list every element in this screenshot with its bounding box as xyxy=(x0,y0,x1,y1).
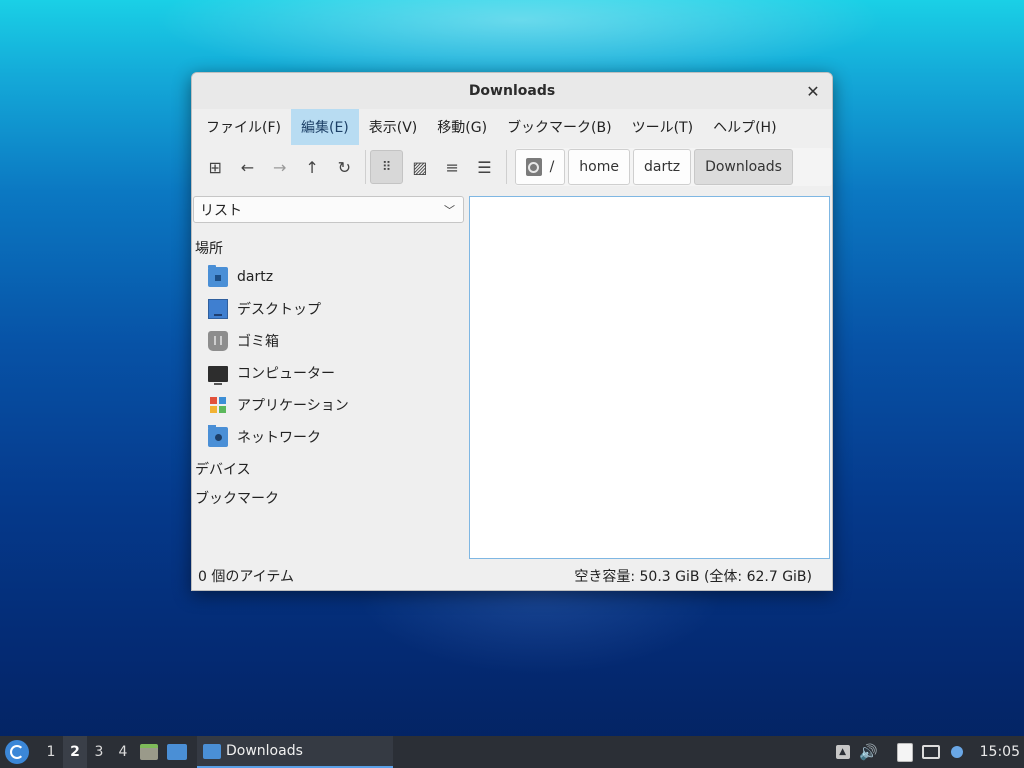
sidebar-item-dartz[interactable]: dartz xyxy=(208,265,274,287)
up-button[interactable]: ↑ xyxy=(297,151,327,183)
reload-button[interactable]: ↻ xyxy=(329,151,359,183)
chevron-down-icon: ﹀ xyxy=(444,203,455,217)
icon-view-button[interactable]: ⠿ xyxy=(370,150,403,184)
menubar: ファイル(F) 編集(E) 表示(V) 移動(G) ブックマーク(B) ツール(… xyxy=(192,109,832,145)
breadcrumb-home[interactable]: home xyxy=(568,149,630,185)
sidebar-item-trash[interactable]: ゴミ箱 xyxy=(208,331,279,351)
sidebar-mode-select[interactable]: リスト ﹀ xyxy=(193,196,464,223)
new-tab-icon: ⊞ xyxy=(208,157,222,177)
workspace-2[interactable]: 2 xyxy=(63,736,87,768)
window-titlebar[interactable]: Downloads ✕ xyxy=(192,73,832,109)
speaker-icon: 🔊 xyxy=(859,743,878,761)
sidebar-item-desktop[interactable]: デスクトップ xyxy=(208,299,321,319)
toolbar-divider xyxy=(365,150,367,184)
file-manager-icon xyxy=(140,744,158,760)
sidebar: リスト ﹀ 場所 dartz デスクトップ ゴミ箱 コンピューター アプリケーシ… xyxy=(192,195,467,560)
sidebar-mode-value: リスト xyxy=(200,202,242,219)
taskbar: 1 2 3 4 Downloads ▲ 🔊 15:05 xyxy=(0,736,1024,768)
arrow-left-icon: ← xyxy=(240,157,255,177)
sidebar-item-network[interactable]: ネットワーク xyxy=(208,425,321,447)
clipboard-icon xyxy=(896,742,913,762)
reload-icon: ↻ xyxy=(337,157,352,177)
menu-view[interactable]: 表示(V) xyxy=(359,109,428,145)
breadcrumb-root[interactable]: / xyxy=(514,149,566,185)
taskbar-task-downloads[interactable]: Downloads xyxy=(197,736,393,768)
thumbnail-view-button[interactable]: ▨ xyxy=(405,151,435,183)
arrow-up-icon: ↑ xyxy=(305,157,319,177)
clock[interactable]: 15:05 xyxy=(970,744,1024,760)
tray-expand-button[interactable]: ▲ xyxy=(830,736,856,768)
statusbar: 0 個のアイテム 空き容量: 50.3 GiB (全体: 62.7 GiB) xyxy=(192,562,832,590)
menu-file[interactable]: ファイル(F) xyxy=(196,109,291,145)
home-folder-icon xyxy=(208,265,228,287)
network-button[interactable] xyxy=(918,736,944,768)
sidebar-item-label: ネットワーク xyxy=(237,430,321,446)
close-icon[interactable]: ✕ xyxy=(804,82,822,101)
update-icon xyxy=(950,746,963,758)
sidebar-item-label: dartz xyxy=(237,269,274,285)
sidebar-item-label: アプリケーション xyxy=(237,398,349,414)
new-tab-button[interactable]: ⊞ xyxy=(200,151,230,183)
devices-heading[interactable]: デバイス xyxy=(195,459,251,479)
breadcrumb-root-label: / xyxy=(549,159,555,175)
network-folder-icon xyxy=(208,425,228,447)
sidebar-item-label: デスクトップ xyxy=(237,302,321,318)
back-button[interactable]: ← xyxy=(232,151,262,183)
system-tray: ▲ 🔊 15:05 xyxy=(830,736,1024,768)
list-detail-icon: ☰ xyxy=(477,157,492,177)
places-heading[interactable]: 場所 xyxy=(195,238,223,258)
workspace-1[interactable]: 1 xyxy=(39,736,63,768)
show-desktop-launcher[interactable] xyxy=(163,736,191,768)
breadcrumb-dartz[interactable]: dartz xyxy=(633,149,692,185)
image-icon: ▨ xyxy=(412,157,428,177)
menu-edit[interactable]: 編集(E) xyxy=(290,109,359,145)
clipboard-button[interactable] xyxy=(892,736,918,768)
network-icon xyxy=(921,745,940,759)
forward-button[interactable]: → xyxy=(265,151,295,183)
sidebar-item-computer[interactable]: コンピューター xyxy=(208,363,335,385)
trash-icon xyxy=(208,331,228,351)
bookmarks-heading[interactable]: ブックマーク xyxy=(195,488,279,508)
toolbar: ⊞ ← → ↑ ↻ ⠿ ▨ ≡ ☰ / home dartz Downloads xyxy=(192,145,832,189)
sidebar-item-label: ゴミ箱 xyxy=(237,334,279,350)
breadcrumb: / home dartz Downloads xyxy=(514,148,832,186)
free-space: 空き容量: 50.3 GiB (全体: 62.7 GiB) xyxy=(574,569,812,585)
compact-view-button[interactable]: ≡ xyxy=(437,151,467,183)
chevron-up-icon: ▲ xyxy=(835,745,850,759)
icon-view-icon: ⠿ xyxy=(381,159,392,175)
workspace-4[interactable]: 4 xyxy=(111,736,135,768)
menu-tools[interactable]: ツール(T) xyxy=(622,109,703,145)
breadcrumb-downloads[interactable]: Downloads xyxy=(694,149,793,185)
drive-icon xyxy=(525,158,542,176)
task-label: Downloads xyxy=(226,743,303,759)
item-count: 0 個のアイテム xyxy=(198,569,294,585)
update-notifier-button[interactable] xyxy=(944,736,970,768)
arrow-right-icon: → xyxy=(273,157,287,177)
menu-help[interactable]: ヘルプ(H) xyxy=(703,109,786,145)
applications-icon xyxy=(208,395,228,415)
window-title: Downloads xyxy=(468,83,556,99)
workspace-3[interactable]: 3 xyxy=(87,736,111,768)
start-menu-icon[interactable] xyxy=(5,740,29,764)
menu-bookmarks[interactable]: ブックマーク(B) xyxy=(497,109,622,145)
sidebar-item-applications[interactable]: アプリケーション xyxy=(208,395,349,415)
menu-go[interactable]: 移動(G) xyxy=(427,109,497,145)
sidebar-item-label: コンピューター xyxy=(237,366,335,382)
toolbar-divider xyxy=(505,150,507,184)
folder-icon xyxy=(203,743,221,759)
desktop-icon xyxy=(208,299,228,319)
detailed-list-button[interactable]: ☰ xyxy=(469,151,499,183)
computer-icon xyxy=(208,366,228,385)
file-list-pane[interactable] xyxy=(469,196,830,559)
desktop-icon xyxy=(167,744,187,760)
file-manager-window: Downloads ✕ ファイル(F) 編集(E) 表示(V) 移動(G) ブッ… xyxy=(191,72,833,591)
list-compact-icon: ≡ xyxy=(445,157,459,177)
volume-button[interactable]: 🔊 xyxy=(856,736,882,768)
file-manager-launcher[interactable] xyxy=(135,736,163,768)
